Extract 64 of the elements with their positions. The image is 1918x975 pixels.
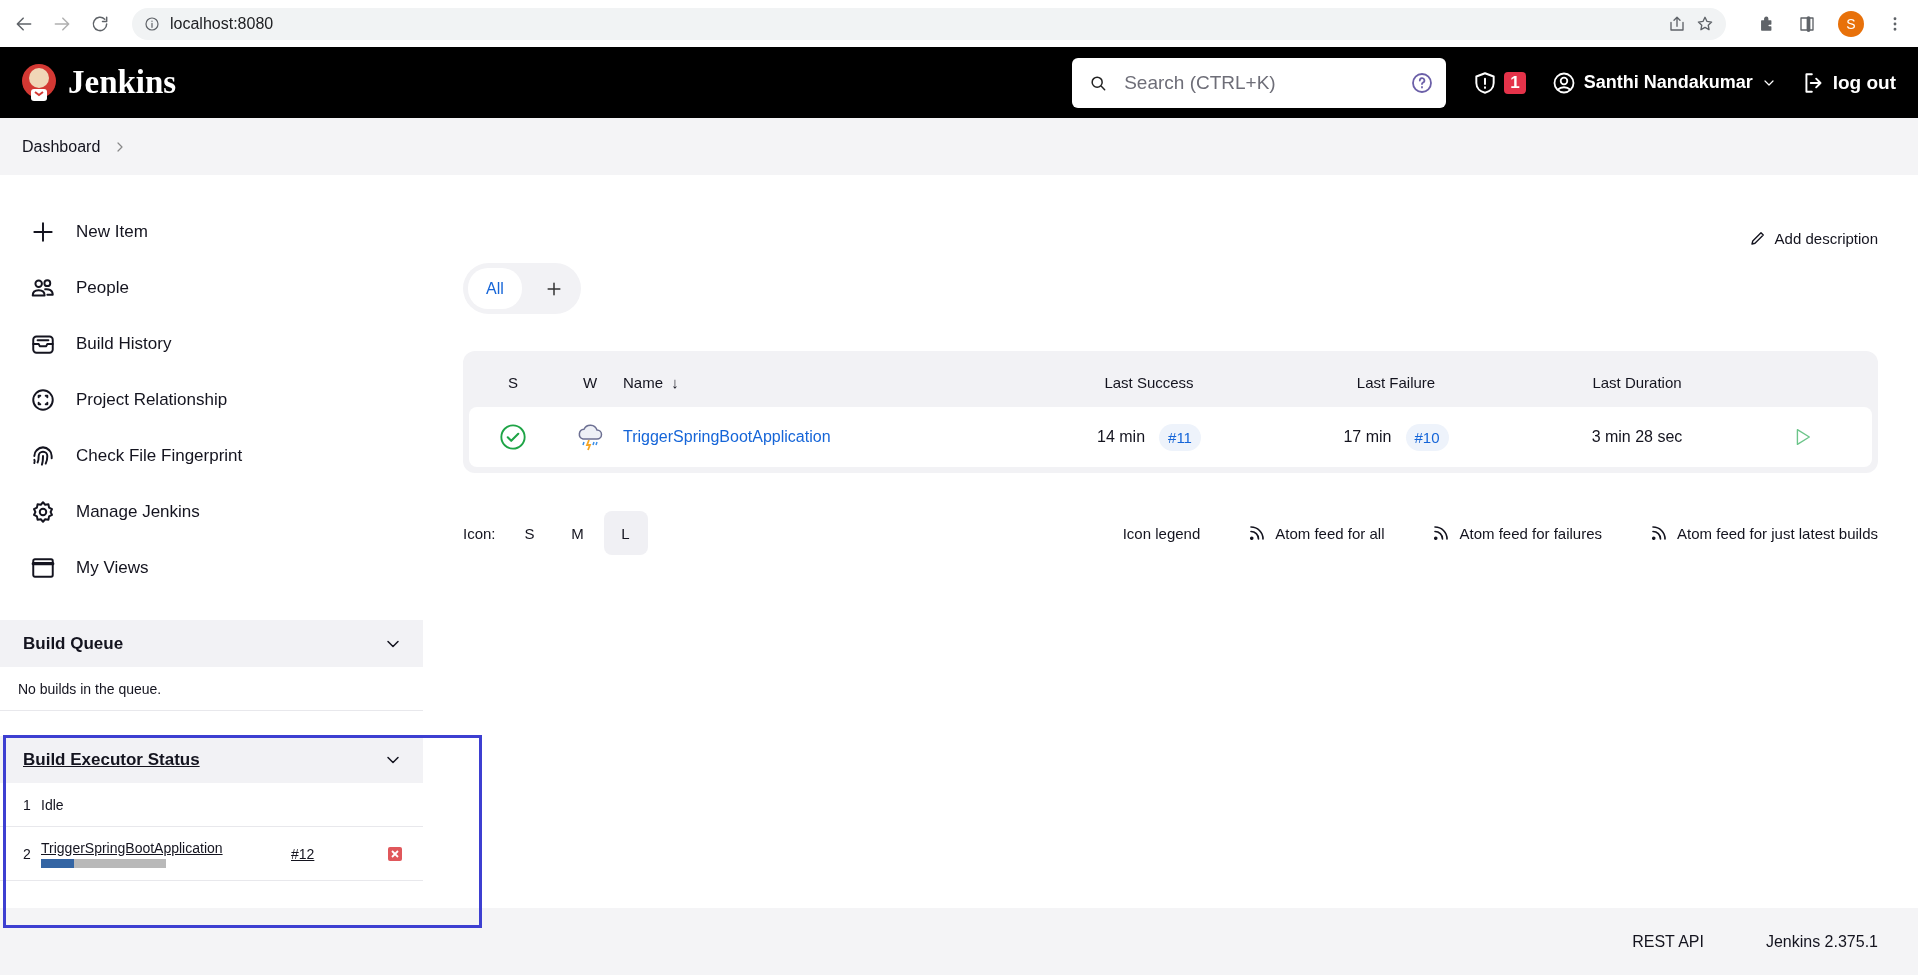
user-menu[interactable]: Santhi Nandakumar bbox=[1551, 70, 1777, 95]
icon-size-option[interactable]: M bbox=[555, 511, 600, 555]
atom-feed-link[interactable]: Atom feed for all bbox=[1248, 524, 1385, 542]
empty-queue-message: No builds in the queue. bbox=[0, 667, 423, 711]
sidebar-item[interactable]: Build History bbox=[0, 316, 423, 372]
user-icon bbox=[1551, 70, 1576, 95]
build-link[interactable]: #11 bbox=[1159, 423, 1201, 451]
icon-size-option[interactable]: S bbox=[507, 511, 552, 555]
rss-feed-icon bbox=[1432, 524, 1451, 542]
sidebar-item[interactable]: My Views bbox=[0, 540, 423, 596]
add-description-link[interactable]: Add description bbox=[1748, 225, 1878, 251]
sidebar-item[interactable]: Check File Fingerprint bbox=[0, 428, 423, 484]
rss-feed-icon bbox=[1248, 524, 1267, 542]
executor-number: 1 bbox=[23, 796, 32, 813]
sidebar-icon[interactable] bbox=[1798, 14, 1816, 33]
share-icon[interactable] bbox=[1668, 14, 1686, 33]
logout-link[interactable]: log out bbox=[1800, 69, 1896, 96]
sidebar-item[interactable]: People bbox=[0, 260, 423, 316]
executor-status: Idle bbox=[41, 796, 65, 813]
sidebar-item[interactable]: Manage Jenkins bbox=[0, 484, 423, 540]
job-link[interactable]: TriggerSpringBootApplication bbox=[41, 839, 223, 856]
fingerprint-icon bbox=[30, 443, 56, 469]
job-link[interactable]: TriggerSpringBootApplication bbox=[623, 428, 831, 445]
sidebar-item[interactable]: Project Relationship bbox=[0, 372, 423, 428]
star-icon[interactable] bbox=[1696, 14, 1714, 33]
build-link[interactable]: #10 bbox=[1405, 423, 1449, 451]
breadcrumb-link[interactable]: Dashboard bbox=[22, 137, 101, 156]
security-alert-button[interactable]: 1 bbox=[1472, 69, 1526, 96]
info-icon bbox=[144, 15, 160, 32]
column-header: S bbox=[507, 373, 519, 391]
focus-frame-icon bbox=[30, 387, 56, 413]
icon-size-option[interactable]: L bbox=[603, 511, 648, 555]
column-header: W bbox=[581, 373, 599, 391]
icon-size-label: Icon: bbox=[463, 524, 496, 542]
panel-title: Build Queue bbox=[23, 633, 124, 654]
gear-icon bbox=[30, 499, 56, 525]
executor-number: 2 bbox=[23, 845, 32, 862]
last-success-time: 14 min bbox=[1097, 428, 1146, 446]
last-failure-time: 17 min bbox=[1343, 428, 1392, 446]
column-header: Last Duration bbox=[1591, 373, 1683, 391]
address-bar[interactable]: localhost:8080 bbox=[132, 7, 1726, 40]
alert-count: 1 bbox=[1504, 71, 1526, 94]
icon-legend-link[interactable]: Icon legend bbox=[1122, 524, 1201, 542]
butler-logo-icon bbox=[20, 61, 58, 104]
search-bar[interactable]: Search (CTRL+K) bbox=[1072, 57, 1447, 108]
footer-link[interactable]: REST API bbox=[1632, 932, 1704, 951]
logo-link[interactable]: Jenkins bbox=[20, 61, 177, 104]
column-header: Last Success bbox=[1103, 373, 1195, 391]
window-icon bbox=[30, 555, 56, 581]
search-input[interactable]: Search (CTRL+K) bbox=[1122, 70, 1397, 95]
view-tab[interactable]: All bbox=[468, 268, 522, 309]
help-icon[interactable] bbox=[1410, 70, 1435, 95]
column-header[interactable]: Name ↓ bbox=[623, 373, 1048, 391]
footer-link[interactable]: Jenkins 2.375.1 bbox=[1765, 932, 1878, 951]
last-duration: 3 min 28 sec bbox=[1590, 428, 1684, 446]
pencil-icon bbox=[1748, 229, 1767, 247]
stop-icon[interactable] bbox=[387, 845, 403, 862]
atom-feed-link[interactable]: Atom feed for failures bbox=[1432, 524, 1603, 542]
panel-title-link[interactable]: Build Executor Status bbox=[23, 749, 200, 770]
rss-feed-icon bbox=[1650, 524, 1669, 542]
column-header: Last Failure bbox=[1355, 373, 1437, 391]
sidebar-item[interactable]: New Item bbox=[0, 204, 423, 260]
atom-feed-link[interactable]: Atom feed for just latest builds bbox=[1650, 524, 1878, 542]
build-link[interactable]: #12 bbox=[291, 845, 387, 862]
